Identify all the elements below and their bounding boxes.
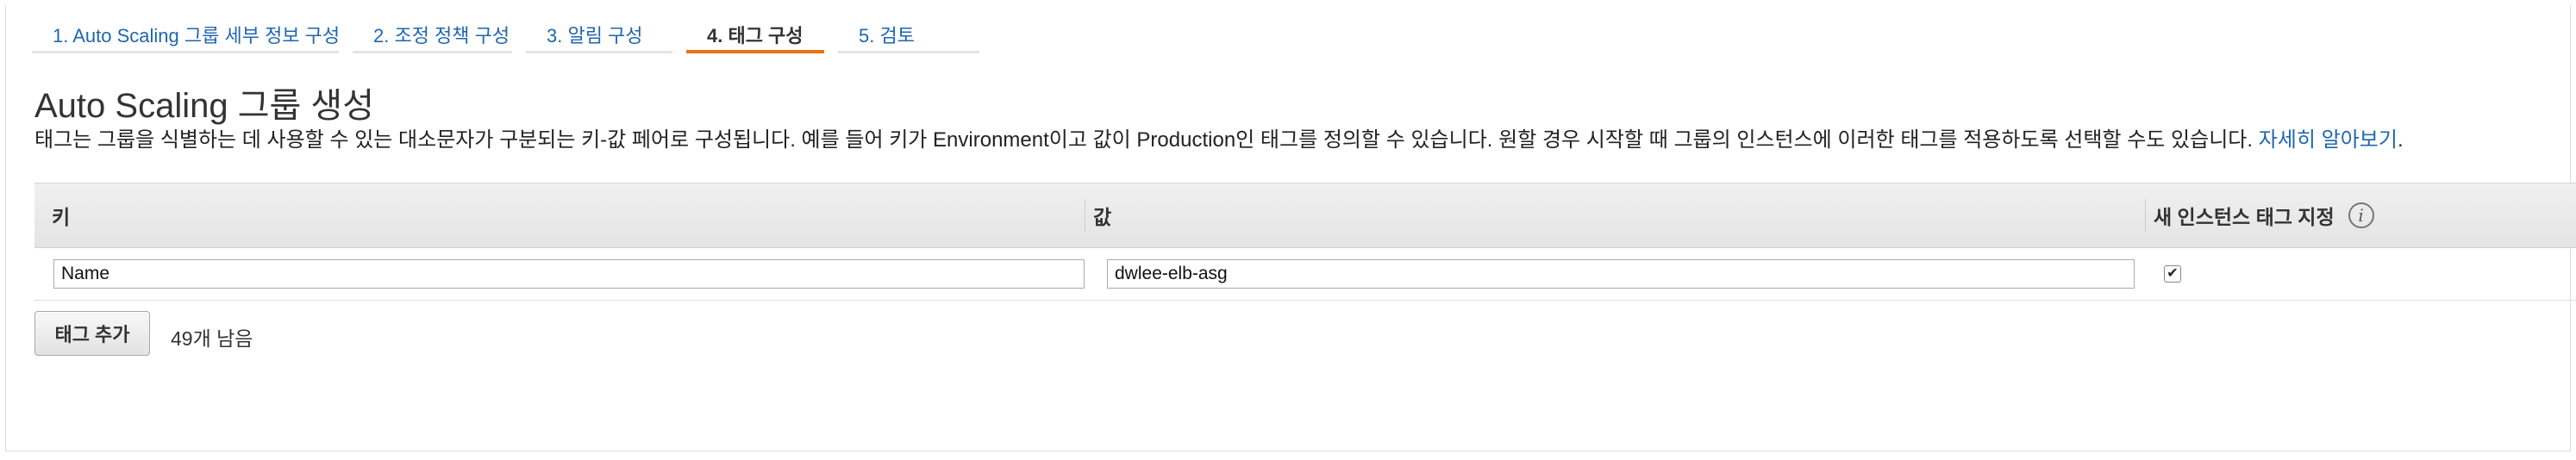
- learn-more-link[interactable]: 자세히 알아보기: [2259, 128, 2398, 152]
- table-row: ✔: [34, 248, 2576, 301]
- column-header-value: 값: [1093, 206, 1112, 228]
- wizard-step-notifications[interactable]: 3. 알림 구성: [526, 5, 672, 53]
- column-divider: [2145, 199, 2146, 232]
- checkmark-icon: ✔: [2166, 266, 2179, 281]
- tag-key-input[interactable]: [53, 259, 1085, 289]
- wizard-steps: 1. Auto Scaling 그룹 세부 정보 구성 2. 조정 정책 구성 …: [32, 5, 979, 53]
- info-icon[interactable]: i: [2348, 202, 2374, 228]
- column-header-tag-new-instances: 새 인스턴스 태그 지정 i: [2154, 183, 2374, 247]
- column-header-key: 키: [52, 206, 71, 228]
- page-description: 태그는 그룹을 식별하는 데 사용할 수 있는 대소문자가 구분되는 키-값 페…: [34, 122, 2404, 152]
- tags-table: 키 값 새 인스턴스 태그 지정 i ✔: [34, 183, 2576, 301]
- description-text: 태그는 그룹을 식별하는 데 사용할 수 있는 대소문자가 구분되는 키-값 페…: [34, 128, 2259, 152]
- wizard-step-details[interactable]: 1. Auto Scaling 그룹 세부 정보 구성: [32, 5, 340, 53]
- wizard-step-tags[interactable]: 4. 태그 구성: [686, 5, 824, 53]
- page-title: Auto Scaling 그룹 생성: [34, 87, 375, 125]
- description-end: .: [2397, 128, 2404, 152]
- wizard-frame: 1. Auto Scaling 그룹 세부 정보 구성 2. 조정 정책 구성 …: [5, 5, 2576, 451]
- tags-remaining-count: 49개 남음: [171, 327, 253, 350]
- tag-value-input[interactable]: [1107, 259, 2135, 289]
- tag-new-instances-checkbox[interactable]: ✔: [2164, 265, 2181, 283]
- wizard-step-scaling-policies[interactable]: 2. 조정 정책 구성: [353, 5, 512, 53]
- tags-table-header: 키 값 새 인스턴스 태그 지정 i: [34, 183, 2576, 248]
- column-header-tag-new-instances-label: 새 인스턴스 태그 지정: [2154, 206, 2335, 228]
- add-tag-button[interactable]: 태그 추가: [34, 311, 150, 356]
- wizard-step-review[interactable]: 5. 검토: [838, 5, 979, 53]
